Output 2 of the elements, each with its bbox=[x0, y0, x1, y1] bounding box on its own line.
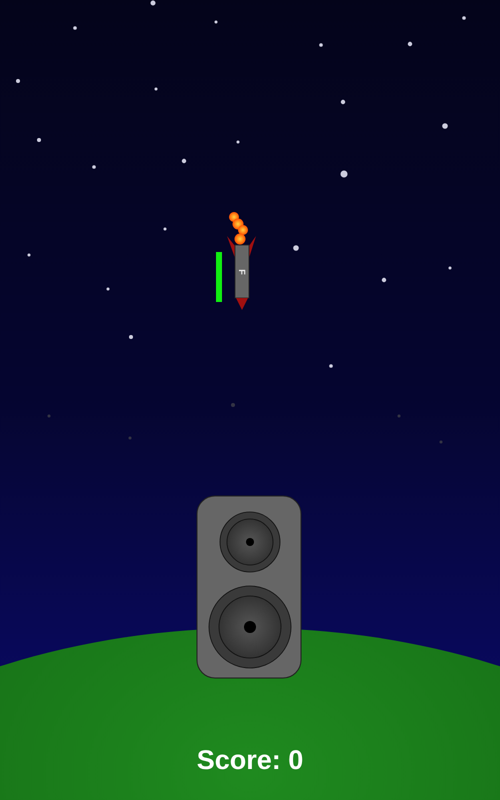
rocket-letter: F bbox=[237, 269, 247, 275]
score-text: Score: 0 bbox=[196, 744, 304, 777]
